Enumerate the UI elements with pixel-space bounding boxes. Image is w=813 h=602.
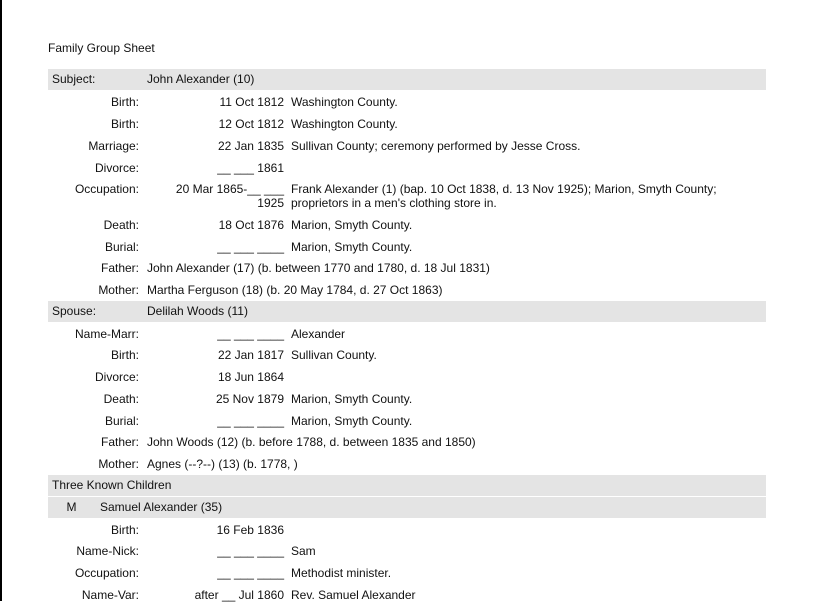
child-header: M Samuel Alexander (35) (48, 497, 766, 518)
event-place: Sam (291, 544, 316, 558)
event-date: __ ___ ____ (217, 414, 284, 428)
spouse-label: Spouse: (52, 304, 97, 318)
event-label: Divorce: (94, 161, 139, 175)
event-date: 11 Oct 1812 (219, 95, 285, 109)
event-date: 18 Oct 1876 (218, 218, 284, 232)
event-date: __ ___ ____ (217, 240, 284, 254)
event-label: Name-Marr: (74, 327, 139, 341)
father-link[interactable]: John Alexander (17) (b. between 1770 and… (147, 261, 490, 275)
event-place: Sullivan County. (291, 348, 377, 362)
event-date: __ ___ ____ (217, 327, 284, 341)
page-left-edge (0, 0, 2, 601)
father-link[interactable]: John Woods (12) (b. before 1788, d. betw… (147, 435, 476, 449)
father-label: Father: (100, 435, 139, 449)
event-date: __ ___ 1861 (217, 161, 284, 175)
event-date: 22 Jan 1817 (217, 348, 284, 362)
mother-label: Mother: (98, 457, 139, 471)
event-label: Burial: (104, 414, 139, 428)
event-place: Rev. Samuel Alexander (291, 588, 416, 602)
event-label: Birth: (110, 95, 139, 109)
child-sex: M (48, 497, 95, 518)
event-label: Death: (103, 392, 139, 406)
child-name[interactable]: Samuel Alexander (35) (95, 497, 766, 518)
subject-label: Subject: (52, 72, 96, 86)
mother-link[interactable]: Martha Ferguson (18) (b. 20 May 1784, d.… (147, 283, 443, 297)
event-place: Marion, Smyth County. (291, 240, 413, 254)
subject-header: Subject: John Alexander (10) (48, 69, 766, 90)
event-label: Birth: (110, 348, 139, 362)
event-place: Alexander (291, 327, 346, 341)
subject-name[interactable]: John Alexander (10) (147, 69, 254, 90)
spouse-header: Spouse: Delilah Woods (11) (48, 301, 766, 322)
event-label: Marriage: (88, 139, 139, 153)
event-date: __ ___ ____ (217, 566, 284, 580)
event-label: Divorce: (94, 370, 139, 384)
event-date: 25 Nov 1879 (215, 392, 284, 406)
event-place: Marion, Smyth County. (291, 414, 413, 428)
event-date: 18 Jun 1864 (217, 370, 284, 384)
event-label: Occupation: (74, 182, 139, 196)
event-date: 22 Jan 1835 (217, 139, 284, 153)
event-date: after __ Jul 1860 (194, 588, 284, 602)
event-place: Washington County. (291, 95, 398, 109)
event-label: Name-Nick: (76, 544, 139, 558)
event-label: Death: (103, 218, 139, 232)
children-heading: Three Known Children (52, 478, 172, 492)
event-place: Frank Alexander (1) (bap. 10 Oct 1838, d… (291, 182, 717, 210)
children-header: Three Known Children (48, 475, 766, 496)
event-date: 16 Feb 1836 (216, 523, 284, 537)
mother-link[interactable]: Agnes (--?--) (13) (b. 1778, ) (147, 457, 298, 471)
event-date: 20 Mar 1865-__ ___ 1925 (175, 182, 284, 210)
event-place: Methodist minister. (291, 566, 392, 580)
spouse-name[interactable]: Delilah Woods (11) (147, 301, 248, 322)
event-date: __ ___ ____ (217, 544, 284, 558)
event-place: Marion, Smyth County. (291, 392, 413, 406)
father-label: Father: (100, 261, 139, 275)
document-title: Family Group Sheet (48, 41, 155, 55)
event-label: Birth: (110, 117, 139, 131)
event-label: Occupation: (74, 566, 139, 580)
event-place: Marion, Smyth County. (291, 218, 413, 232)
event-label: Name-Var: (81, 588, 139, 602)
event-label: Burial: (104, 240, 139, 254)
event-place: Sullivan County; ceremony performed by J… (291, 139, 581, 153)
event-label: Birth: (110, 523, 139, 537)
event-place: Washington County. (291, 117, 398, 131)
event-date: 12 Oct 1812 (218, 117, 284, 131)
mother-label: Mother: (98, 283, 139, 297)
